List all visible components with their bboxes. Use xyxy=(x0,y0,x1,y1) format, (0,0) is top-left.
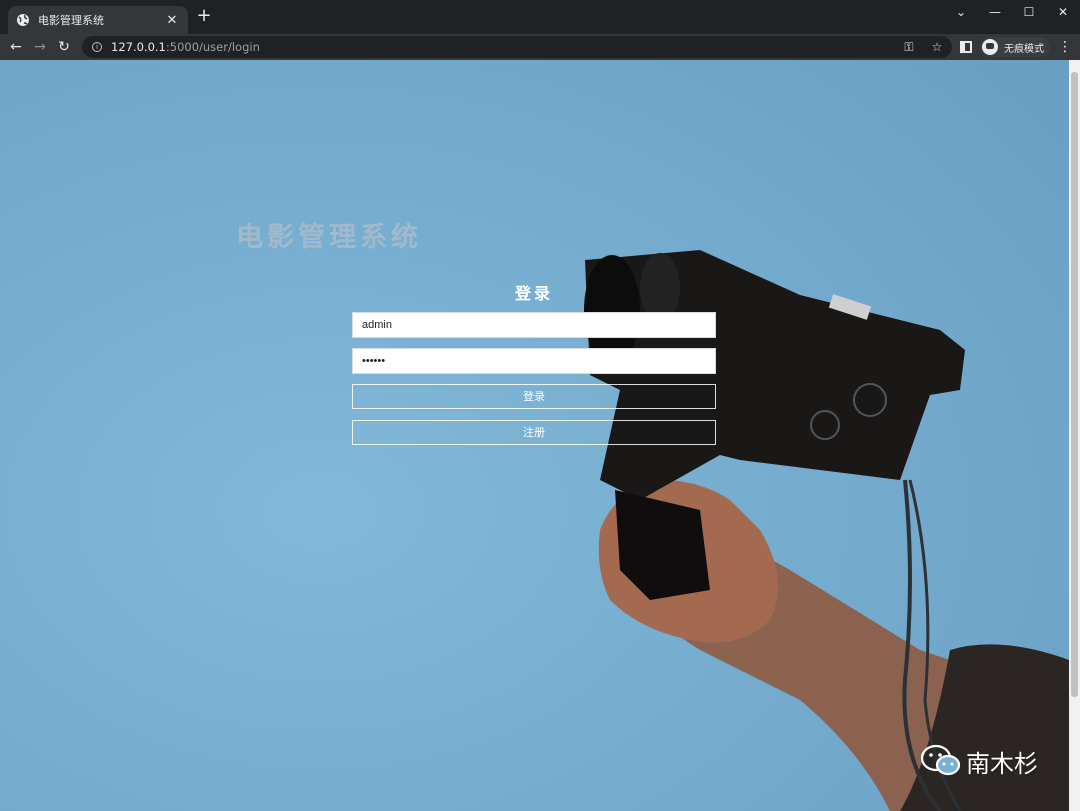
scrollbar[interactable] xyxy=(1069,60,1080,811)
chevron-down-icon[interactable]: ⌄ xyxy=(944,0,978,24)
plus-icon[interactable]: + xyxy=(196,7,212,25)
wechat-icon xyxy=(920,744,961,776)
login-form: 登录 登录 注册 xyxy=(352,282,716,456)
maximize-icon[interactable]: ☐ xyxy=(1012,0,1046,24)
browser-tab-strip: 电影管理系统 ✕ + ⌄ — ☐ ✕ xyxy=(0,0,1080,34)
watermark-text: 南木杉 xyxy=(966,749,1038,778)
back-icon[interactable]: ← xyxy=(4,35,28,59)
window-controls: ⌄ — ☐ ✕ xyxy=(944,0,1080,34)
close-window-icon[interactable]: ✕ xyxy=(1046,0,1080,24)
globe-icon xyxy=(17,14,29,26)
watermark: 南木杉 xyxy=(920,743,1038,779)
register-button[interactable]: 注册 xyxy=(352,420,716,445)
reload-icon[interactable]: ↻ xyxy=(52,35,76,59)
incognito-badge[interactable]: 无痕模式 xyxy=(980,37,1050,57)
menu-icon[interactable]: ⋮ xyxy=(1058,39,1072,55)
address-bar[interactable]: i 127.0.0.1:5000/user/login ⚿ ☆ xyxy=(82,36,952,58)
incognito-label: 无痕模式 xyxy=(1004,43,1044,55)
sidepanel-icon[interactable] xyxy=(960,41,972,53)
scroll-thumb[interactable] xyxy=(1071,72,1078,697)
forward-icon[interactable]: → xyxy=(28,35,52,59)
minimize-icon[interactable]: — xyxy=(978,0,1012,24)
close-icon[interactable]: ✕ xyxy=(164,13,180,28)
url-host: 127.0.0.1 xyxy=(111,40,166,54)
url-path: :5000/user/login xyxy=(165,40,260,54)
login-heading: 登录 xyxy=(514,284,553,303)
browser-toolbar: ← → ↻ i 127.0.0.1:5000/user/login ⚿ ☆ 无痕… xyxy=(0,34,1080,60)
tab-title: 电影管理系统 xyxy=(38,14,104,27)
key-icon[interactable]: ⚿ xyxy=(902,40,916,54)
page-viewport: 电影管理系统 登录 登录 注册 南木杉 xyxy=(0,60,1080,811)
incognito-icon xyxy=(982,39,998,55)
password-input[interactable] xyxy=(352,348,716,374)
site-title: 电影管理系统 xyxy=(236,222,422,253)
info-icon[interactable]: i xyxy=(92,42,102,52)
login-button[interactable]: 登录 xyxy=(352,384,716,409)
browser-tab[interactable]: 电影管理系统 ✕ xyxy=(8,6,188,34)
star-icon[interactable]: ☆ xyxy=(930,40,944,54)
username-input[interactable] xyxy=(352,312,716,338)
